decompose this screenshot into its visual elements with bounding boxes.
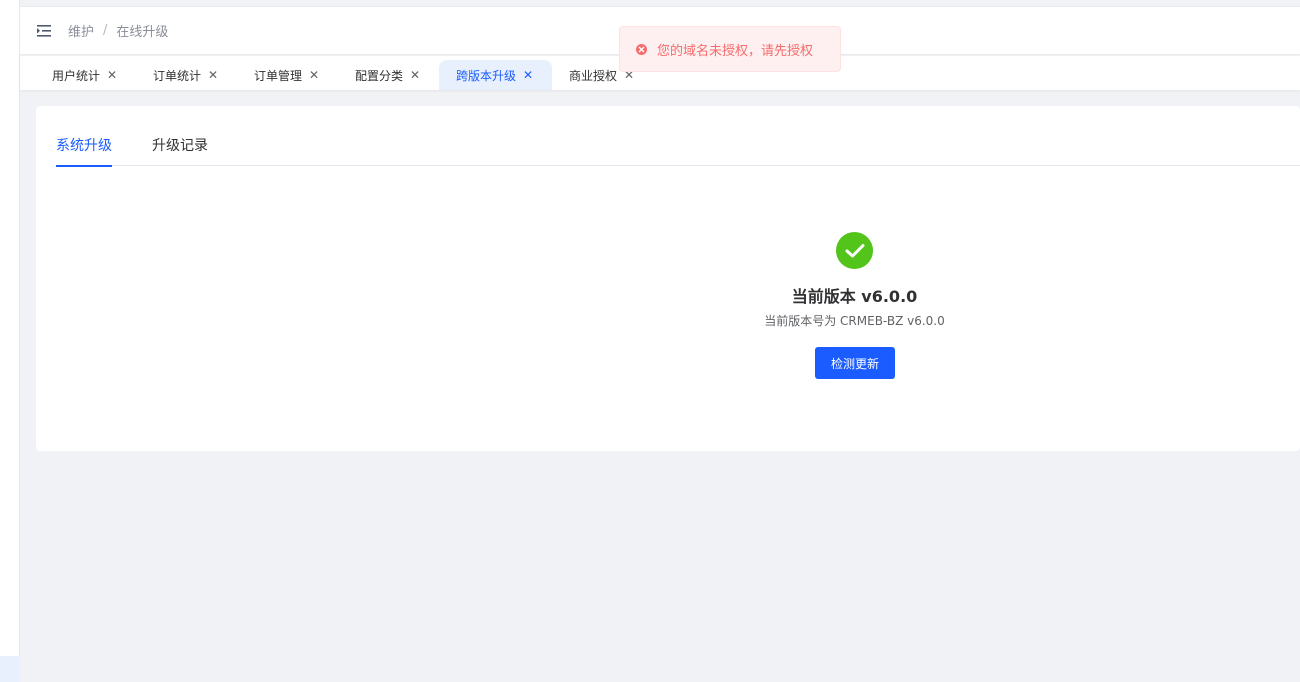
check-update-button[interactable]: 检测更新 [815,347,895,379]
tag-order-stats[interactable]: 订单统计 ✕ [153,60,218,90]
tag-label: 订单管理 [254,68,303,83]
result-panel: 当前版本 v6.0.0 当前版本号为 CRMEB-BZ v6.0.0 检测更新 [36,106,1300,451]
tag-label: 商业授权 [569,68,618,83]
result-title: 当前版本 v6.0.0 [791,287,918,306]
toast-message: 您的域名未授权，请先授权 [657,43,814,59]
tag-user-stats[interactable]: 用户统计 ✕ [52,60,117,90]
menu-fold-icon[interactable] [37,24,53,38]
breadcrumb-item-online-upgrade: 在线升级 [116,25,169,40]
close-icon[interactable]: ✕ [309,68,319,82]
result-subtitle: 当前版本号为 CRMEB-BZ v6.0.0 [764,314,945,328]
error-circle-icon [636,43,647,55]
tag-label: 订单统计 [153,68,202,83]
close-icon[interactable]: ✕ [107,68,117,82]
content-card: 系统升级 升级记录 当前版本 v6.0.0 当前版本号为 CRMEB-BZ v6… [36,106,1300,451]
tag-cross-version-upgrade[interactable]: 跨版本升级 ✕ [439,60,552,90]
tag-label: 配置分类 [355,68,404,83]
breadcrumb-separator: / [103,23,108,38]
sidebar-active-item[interactable] [0,656,20,682]
close-icon[interactable]: ✕ [410,68,420,82]
sidebar [0,0,20,682]
tag-label: 跨版本升级 [456,68,517,83]
tag-label: 用户统计 [52,68,101,83]
close-icon[interactable]: ✕ [523,68,533,82]
close-icon[interactable]: ✕ [208,68,218,82]
tag-order-management[interactable]: 订单管理 ✕ [254,60,319,90]
breadcrumb: 维护 / 在线升级 [68,21,168,40]
tag-config-category[interactable]: 配置分类 ✕ [355,60,420,90]
breadcrumb-item-maintenance[interactable]: 维护 [68,21,94,40]
error-toast: 您的域名未授权，请先授权 [619,26,841,72]
check-circle-icon [836,232,873,269]
